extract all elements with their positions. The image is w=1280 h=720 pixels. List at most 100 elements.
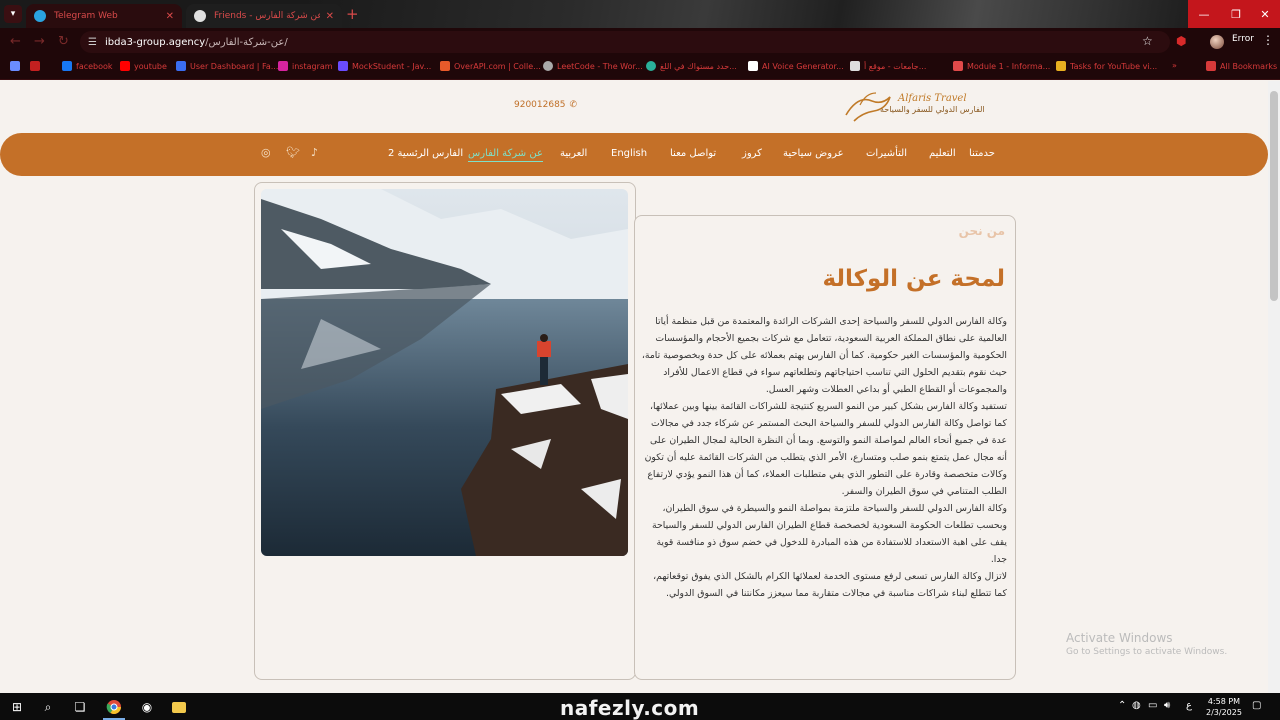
- about-text-card: من نحن لمحة عن الوكالة وكالة الفارس الدو…: [634, 215, 1016, 680]
- volume-icon[interactable]: 🔊︎: [1164, 700, 1170, 711]
- site-info-icon[interactable]: ☰: [88, 37, 97, 48]
- nav-contact[interactable]: تواصل معنا: [670, 148, 716, 159]
- twitter-icon[interactable]: 🐦︎: [286, 146, 300, 159]
- about-body: وكالة الفارس الدولي للسفر والسياحة إحدى …: [641, 313, 1007, 602]
- bookmark-level-test[interactable]: حدد مستواك في اللغ...: [646, 61, 737, 71]
- nav-visas[interactable]: التأشيرات: [866, 148, 907, 159]
- folder-icon: [1206, 61, 1216, 71]
- url-host: ibda3-group.agency: [104, 36, 206, 48]
- overapi-icon: [440, 61, 450, 71]
- youtube-icon: [120, 61, 130, 71]
- forward-icon[interactable]: →: [34, 34, 45, 49]
- tab-telegram[interactable]: Telegram Web ✕: [26, 4, 182, 28]
- nav-arabic[interactable]: العربية: [560, 148, 587, 159]
- task-view-icon[interactable]: ❏: [71, 698, 89, 716]
- network-icon[interactable]: ▭: [1148, 700, 1157, 711]
- activate-windows-watermark: Activate Windows Go to Settings to activ…: [1066, 631, 1228, 657]
- facebook-icon: [62, 61, 72, 71]
- error-badge[interactable]: Error: [1232, 34, 1254, 44]
- bookmark-ai-voice[interactable]: AI Voice Generator...: [748, 61, 844, 71]
- section-heading: لمحة عن الوكالة: [822, 266, 1005, 292]
- universities-icon: [850, 61, 860, 71]
- file-explorer-icon[interactable]: [170, 698, 188, 716]
- nav-services[interactable]: حدمتنا: [969, 148, 995, 159]
- ai-voice-icon: [748, 61, 758, 71]
- recorder-icon[interactable]: ◉: [138, 698, 156, 716]
- nav-home-2[interactable]: الفارس الرئسية 2: [388, 148, 463, 159]
- nav-cruise[interactable]: كروز: [742, 148, 762, 159]
- menu-icon[interactable]: ⋮: [1262, 33, 1274, 47]
- instagram-icon: [278, 61, 288, 71]
- reload-icon[interactable]: ↻: [58, 34, 69, 49]
- scrollbar-thumb[interactable]: [1270, 91, 1278, 301]
- back-icon[interactable]: ←: [10, 34, 21, 49]
- bookmark-grid-icon[interactable]: [30, 61, 44, 71]
- bookmark-tasks[interactable]: Tasks for YouTube vi...: [1056, 61, 1157, 71]
- section-eyebrow: من نحن: [958, 224, 1005, 238]
- close-icon[interactable]: ✕: [326, 11, 334, 22]
- browser-tab-bar: ▾ Telegram Web ✕ Friends - عن شركة الفار…: [0, 0, 1280, 28]
- bookmarks-bar: facebook youtube User Dashboard | Fa... …: [0, 56, 1280, 80]
- tab-search-icon[interactable]: ▾: [4, 5, 22, 23]
- dashboard-icon: [176, 61, 186, 71]
- url-path: /عن-شركة-الفارس/: [205, 36, 288, 48]
- nav-about-alfaris[interactable]: عن شركة الفارس: [468, 148, 543, 162]
- all-bookmarks[interactable]: All Bookmarks: [1206, 61, 1277, 71]
- site-favicon-icon: [194, 10, 206, 22]
- search-icon[interactable]: ⌕: [39, 698, 57, 716]
- tab-alfaris[interactable]: Friends - عن شركة الفارس ✕: [186, 4, 342, 28]
- nav-education[interactable]: التعليم: [929, 148, 956, 159]
- page-viewport: 920012685 ✆ Alfaris Travel الفارس الدولي…: [0, 81, 1268, 693]
- tray-app-icon[interactable]: ◍: [1132, 700, 1141, 711]
- tray-chevron-icon[interactable]: ⌃: [1118, 700, 1126, 711]
- bookmark-youtube[interactable]: youtube: [120, 61, 167, 71]
- bookmarks-overflow-icon[interactable]: »: [1172, 61, 1177, 70]
- landscape-photo: [261, 189, 628, 556]
- page-scrollbar[interactable]: [1268, 81, 1280, 693]
- bookmark-universities[interactable]: جامعات - موقع أ...: [850, 61, 926, 71]
- windows-start-icon[interactable]: ⊞: [8, 698, 26, 716]
- profile-avatar[interactable]: [1210, 35, 1224, 49]
- telegram-icon: [34, 10, 46, 22]
- nav-english[interactable]: English: [611, 148, 647, 159]
- bookmark-facebook[interactable]: facebook: [62, 61, 113, 71]
- phone-icon: ✆: [569, 100, 578, 110]
- tabbar-background: [300, 0, 1200, 28]
- tiktok-icon[interactable]: ♪: [311, 146, 318, 159]
- site-logo[interactable]: Alfaris Travel الفارس الدولي للسفر والسي…: [840, 87, 1000, 123]
- extension-icon[interactable]: ⬢: [1176, 34, 1186, 48]
- bookmark-dashboard[interactable]: User Dashboard | Fa...: [176, 61, 278, 71]
- nav-tour-offers[interactable]: عروض سياحية: [783, 148, 844, 159]
- close-icon[interactable]: ✕: [166, 11, 174, 22]
- minimize-icon[interactable]: —: [1188, 0, 1220, 28]
- about-paragraph-4: لاتزال وكالة الفارس تسعى لرفع مستوى الخد…: [653, 571, 1007, 599]
- chrome-icon[interactable]: [105, 698, 123, 716]
- address-bar-row: ← → ↻ ☰ ibda3-group.agency /عن-شركة-الفا…: [0, 28, 1280, 56]
- logo-english-text: Alfaris Travel: [898, 93, 967, 104]
- mockstudent-icon: [338, 61, 348, 71]
- windows-taskbar: ⊞ ⌕ ❏ ◉ nafezly.com ⌃ ◍ ▭ 🔊︎ ع 4:58 PM 2…: [0, 693, 1280, 720]
- bookmark-mockstudent[interactable]: MockStudent - Jav...: [338, 61, 431, 71]
- notifications-icon[interactable]: ▢: [1252, 700, 1261, 711]
- main-nav: حدمتنا التعليم التأشيرات عروض سياحية كرو…: [0, 133, 1268, 176]
- bookmark-instagram[interactable]: instagram: [278, 61, 333, 71]
- taskbar-overlay-text: nafezly.com: [560, 696, 700, 720]
- instagram-icon[interactable]: ◎: [261, 146, 271, 159]
- bookmark-overapi[interactable]: OverAPI.com | Colle...: [440, 61, 541, 71]
- level-test-icon: [646, 61, 656, 71]
- window-close-icon[interactable]: ✕: [1250, 0, 1280, 28]
- url-input[interactable]: ☰ ibda3-group.agency /عن-شركة-الفارس/: [80, 31, 1170, 53]
- bookmark-module[interactable]: Module 1 - Informa...: [953, 61, 1050, 71]
- bookmark-star-icon[interactable]: ☆: [1142, 34, 1153, 48]
- bookmark-leetcode[interactable]: LeetCode - The Wor...: [543, 61, 643, 71]
- phone-number: 920012685: [514, 100, 566, 110]
- about-paragraph-1: وكالة الفارس الدولي للسفر والسياحة إحدى …: [641, 316, 1007, 395]
- logo-arabic-text: الفارس الدولي للسفر والسياحة: [880, 105, 985, 114]
- input-language[interactable]: ع: [1186, 700, 1192, 711]
- maximize-icon[interactable]: ❐: [1220, 0, 1252, 28]
- phone-contact[interactable]: 920012685 ✆: [514, 100, 577, 110]
- new-tab-icon[interactable]: +: [346, 5, 359, 23]
- tasks-icon: [1056, 61, 1066, 71]
- apps-icon[interactable]: [10, 61, 24, 71]
- clock[interactable]: 4:58 PM 2/3/2025: [1206, 696, 1242, 718]
